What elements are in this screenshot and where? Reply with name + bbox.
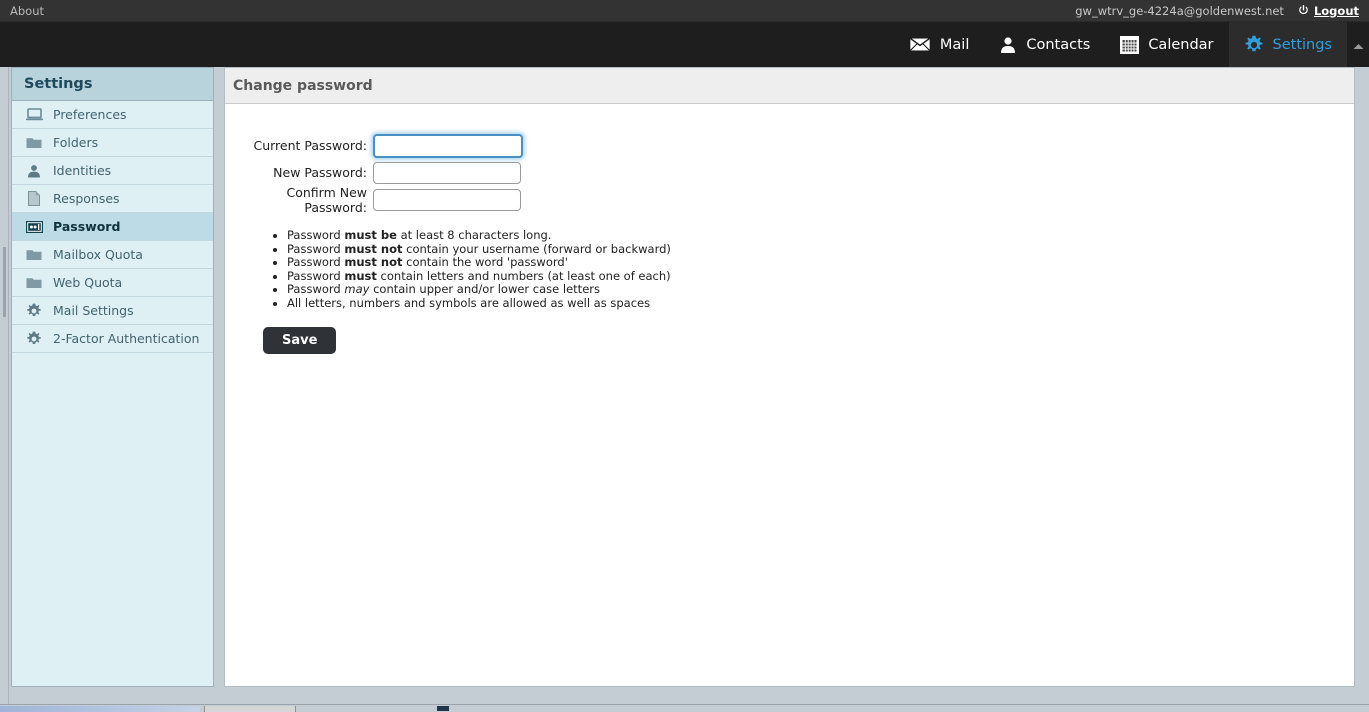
sidebar-label-folders: Folders (53, 135, 98, 150)
password-rules-list: Password must be at least 8 characters l… (287, 229, 1354, 310)
rule-text-strong: must be (344, 228, 397, 242)
sidebar-item-responses[interactable]: Responses (12, 185, 213, 213)
calendar-icon (1120, 36, 1139, 54)
nav-item-settings[interactable]: Settings (1229, 22, 1347, 67)
form-row-current-password: Current Password: (239, 132, 1354, 159)
sidebar-item-mailbox-quota[interactable]: Mailbox Quota (12, 241, 213, 269)
sidebar-item-mail-settings[interactable]: Mail Settings (12, 297, 213, 325)
sidebar-label-identities: Identities (53, 163, 111, 178)
nav-label-mail: Mail (940, 37, 969, 53)
gear-icon (1244, 35, 1264, 55)
nav-item-calendar[interactable]: Calendar (1105, 22, 1228, 67)
sidebar-title: Settings (12, 68, 213, 101)
password-rule: Password must contain letters and number… (287, 270, 1354, 283)
gear-icon (25, 331, 43, 347)
background-window-b[interactable] (204, 706, 296, 712)
sidebar-item-2fa[interactable]: 2-Factor Authentication (12, 325, 213, 353)
person-icon (999, 36, 1017, 54)
folder-icon (25, 275, 43, 291)
confirm-password-label: Confirm New Password: (239, 185, 373, 215)
password-rule: Password must be at least 8 characters l… (287, 229, 1354, 242)
folder-icon (25, 247, 43, 263)
new-password-label: New Password: (239, 165, 373, 180)
user-email-label: gw_wtrv_ge-4224a@goldenwest.net (1075, 4, 1284, 18)
password-rule: All letters, numbers and symbols are all… (287, 297, 1354, 310)
desktop-bottom-strip (0, 704, 1369, 712)
password-rule: Password must not contain the word 'pass… (287, 256, 1354, 269)
rule-text-pre: Password (287, 242, 344, 256)
envelope-icon (909, 37, 931, 52)
left-scrollbar-thumb[interactable] (3, 247, 6, 317)
window-left-edge (0, 67, 9, 712)
confirm-password-input[interactable] (373, 189, 521, 211)
sidebar-item-password[interactable]: Password (12, 213, 213, 241)
form-row-new-password: New Password: (239, 159, 1354, 186)
change-password-panel: Change password Current Password: New Pa… (224, 67, 1355, 687)
rule-text-post: contain letters and numbers (at least on… (377, 269, 671, 283)
sidebar-label-password: Password (53, 219, 120, 234)
current-password-label: Current Password: (239, 138, 373, 153)
rule-text-strong: must not (344, 242, 402, 256)
current-password-input[interactable] (373, 134, 523, 158)
rule-text-strong: must not (344, 255, 402, 269)
sidebar-label-mailbox-quota: Mailbox Quota (53, 247, 143, 262)
sidebar-item-identities[interactable]: Identities (12, 157, 213, 185)
sidebar-item-preferences[interactable]: Preferences (12, 101, 213, 129)
form-row-confirm-password: Confirm New Password: (239, 186, 1354, 213)
about-link[interactable]: About (10, 4, 44, 18)
top-utility-bar: About gw_wtrv_ge-4224a@goldenwest.net Lo… (0, 0, 1369, 22)
main-navigation-bar: Mail Contacts Calendar (0, 22, 1369, 67)
logout-button[interactable]: Logout (1298, 4, 1359, 18)
rule-text-post: contain upper and/or lower case letters (369, 282, 600, 296)
nav-item-contacts[interactable]: Contacts (984, 22, 1105, 67)
password-rule: Password may contain upper and/or lower … (287, 283, 1354, 296)
sidebar-label-preferences: Preferences (53, 107, 127, 122)
topbar-right-group: gw_wtrv_ge-4224a@goldenwest.net Logout (1075, 4, 1369, 18)
nav-label-calendar: Calendar (1148, 37, 1213, 53)
logout-label: Logout (1314, 4, 1359, 18)
settings-sidebar: Settings Preferences Folders Identities (11, 67, 214, 687)
sidebar-label-2fa: 2-Factor Authentication (53, 331, 199, 346)
nav-collapse-toggle[interactable] (1347, 22, 1369, 67)
sidebar-item-web-quota[interactable]: Web Quota (12, 269, 213, 297)
sidebar-label-web-quota: Web Quota (53, 275, 122, 290)
change-password-form: Current Password: New Password: Confirm … (225, 104, 1354, 354)
nav-label-settings: Settings (1273, 37, 1332, 53)
sidebar-item-folders[interactable]: Folders (12, 129, 213, 157)
sidebar-label-mail-settings: Mail Settings (53, 303, 134, 318)
new-password-input[interactable] (373, 162, 521, 184)
panel-title: Change password (225, 68, 1354, 104)
rule-text-post: at least 8 characters long. (397, 228, 552, 242)
document-icon (25, 191, 43, 207)
password-field-icon (25, 219, 43, 235)
power-icon (1298, 5, 1309, 16)
sidebar-label-responses: Responses (53, 191, 120, 206)
save-button[interactable]: Save (263, 327, 336, 354)
person-icon (25, 163, 43, 179)
chevron-up-icon (1353, 35, 1364, 54)
rule-text-pre: Password (287, 228, 344, 242)
nav-item-mail[interactable]: Mail (894, 22, 984, 67)
rule-text-pre: All letters, numbers and symbols are all… (287, 296, 650, 310)
nav-label-contacts: Contacts (1026, 37, 1090, 53)
topbar-left-group: About (0, 0, 44, 22)
rule-text-post: contain the word 'password' (402, 255, 567, 269)
password-rule: Password must not contain your username … (287, 243, 1354, 256)
rule-text-pre: Password (287, 255, 344, 269)
laptop-icon (25, 107, 43, 123)
rule-text-post: contain your username (forward or backwa… (402, 242, 670, 256)
rule-text-em: may (344, 282, 369, 296)
rule-text-pre: Password (287, 282, 344, 296)
rule-text-pre: Password (287, 269, 344, 283)
rule-text-strong: must (344, 269, 377, 283)
background-window-icon (437, 706, 449, 711)
folder-icon (25, 135, 43, 151)
background-window-a[interactable] (0, 706, 200, 712)
gear-icon (25, 303, 43, 319)
